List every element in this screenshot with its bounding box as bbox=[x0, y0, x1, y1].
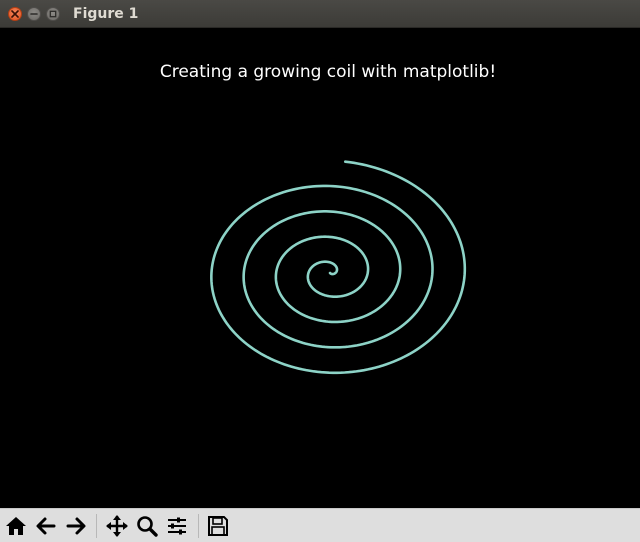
pan-icon bbox=[106, 515, 128, 537]
toolbar-separator bbox=[198, 514, 199, 538]
configure-subplots-icon bbox=[168, 517, 186, 535]
back-button[interactable] bbox=[33, 513, 59, 539]
maximize-window-button[interactable] bbox=[46, 7, 60, 21]
close-window-button[interactable] bbox=[8, 7, 22, 21]
window-title: Figure 1 bbox=[73, 6, 139, 22]
zoom-button[interactable] bbox=[134, 513, 160, 539]
navigation-toolbar bbox=[0, 508, 640, 542]
plot-title: Creating a growing coil with matplotlib! bbox=[160, 62, 496, 82]
configure-subplots-button[interactable] bbox=[164, 513, 190, 539]
save-button[interactable] bbox=[205, 513, 231, 539]
minimize-icon bbox=[30, 13, 38, 15]
minimize-window-button[interactable] bbox=[27, 7, 41, 21]
zoom-icon bbox=[137, 516, 158, 537]
maximize-icon bbox=[49, 10, 57, 18]
figure-canvas[interactable]: Creating a growing coil with matplotlib! bbox=[0, 28, 640, 508]
figure-window: Figure 1 Creating a growing coil with ma… bbox=[0, 0, 640, 542]
title-bar[interactable]: Figure 1 bbox=[0, 0, 640, 28]
forward-arrow-icon bbox=[66, 517, 86, 535]
coil-line bbox=[210, 160, 467, 375]
plot-area: Creating a growing coil with matplotlib! bbox=[160, 62, 496, 375]
home-button[interactable] bbox=[3, 513, 29, 539]
back-arrow-icon bbox=[36, 517, 56, 535]
save-icon bbox=[208, 516, 228, 536]
home-icon bbox=[6, 517, 26, 535]
toolbar-separator bbox=[96, 514, 97, 538]
forward-button[interactable] bbox=[63, 513, 89, 539]
pan-button[interactable] bbox=[104, 513, 130, 539]
close-icon bbox=[11, 10, 19, 18]
